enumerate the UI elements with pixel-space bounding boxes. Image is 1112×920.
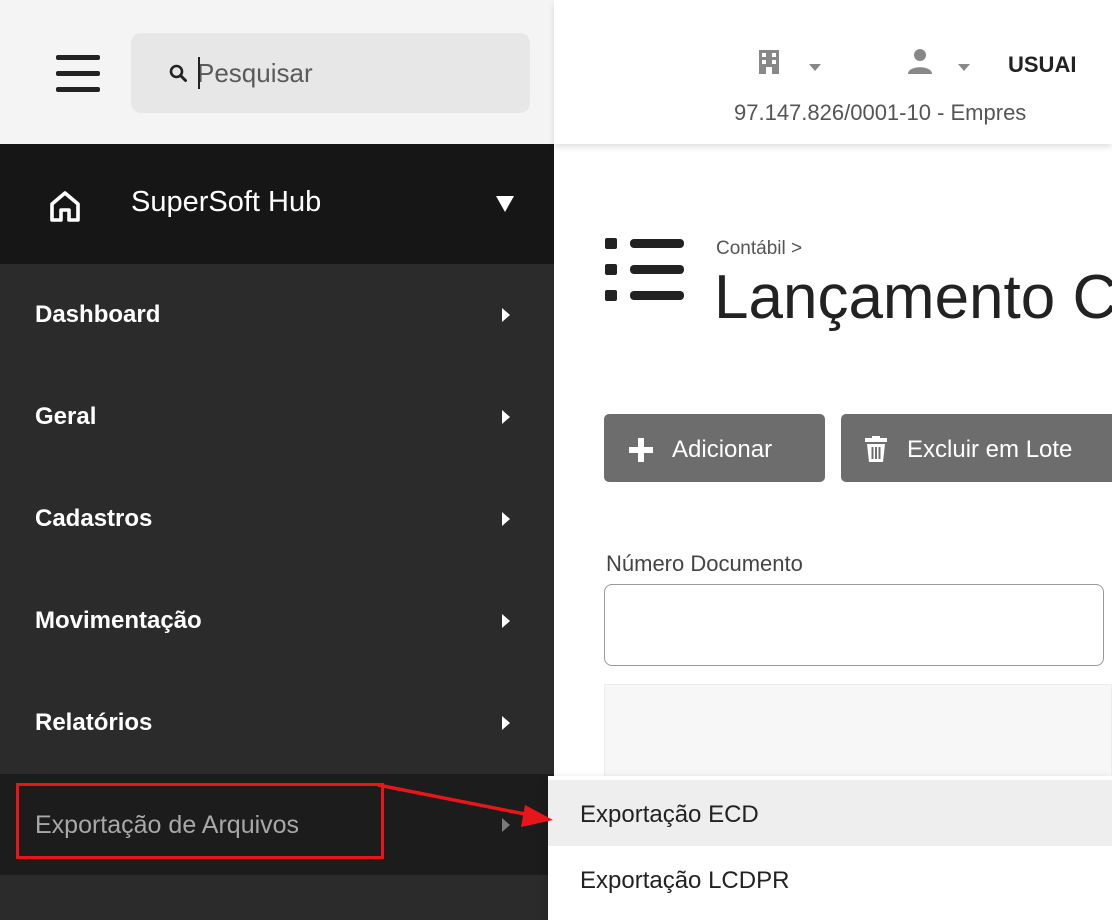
- list-icon: [605, 238, 684, 301]
- annotation-highlight-box: [16, 783, 384, 859]
- sidebar: SuperSoft Hub Dashboard Geral Cadastros …: [0, 0, 554, 920]
- submenu-item-exportacao-ecd[interactable]: Exportação ECD: [548, 780, 1112, 846]
- home-icon: [50, 191, 80, 222]
- chevron-down-icon: [496, 196, 514, 212]
- submenu-exportacao: Exportação ECD Exportação LCDPR: [548, 776, 1112, 920]
- sidebar-item-label: Dashboard: [35, 301, 161, 328]
- search-input[interactable]: [197, 53, 517, 93]
- sidebar-item-movimentacao[interactable]: Movimentação: [0, 570, 554, 671]
- document-number-field[interactable]: [604, 584, 1104, 666]
- chevron-right-icon: [502, 512, 510, 526]
- submenu-item-label: Exportação ECD: [580, 801, 759, 828]
- menu-icon[interactable]: [56, 55, 100, 95]
- sidebar-item-label: Movimentação: [35, 607, 202, 634]
- batch-delete-button-label: Excluir em Lote: [907, 436, 1073, 463]
- breadcrumb[interactable]: Contábil >: [716, 238, 802, 260]
- sidebar-item-label: Cadastros: [35, 505, 153, 532]
- sidebar-item-label: Relatórios: [35, 709, 153, 736]
- sidebar-item-dashboard[interactable]: Dashboard: [0, 264, 554, 365]
- sidebar-item-cadastros[interactable]: Cadastros: [0, 468, 554, 569]
- brand-label: SuperSoft Hub: [131, 186, 322, 218]
- brand-header[interactable]: SuperSoft Hub: [0, 144, 554, 264]
- plus-icon: [629, 438, 653, 462]
- sidebar-top-bar: [0, 0, 554, 144]
- search-icon: [169, 64, 187, 82]
- username[interactable]: USUAI: [1008, 52, 1076, 78]
- chevron-right-icon: [502, 614, 510, 628]
- batch-delete-button[interactable]: Excluir em Lote: [841, 414, 1112, 482]
- company-name: 97.147.826/0001-10 - Empres: [734, 100, 1027, 125]
- chevron-right-icon: [502, 818, 510, 832]
- submenu-item-exportacao-lcdpr[interactable]: Exportação LCDPR: [548, 846, 1112, 912]
- trash-icon: [865, 436, 887, 462]
- document-number-label: Número Documento: [606, 551, 803, 576]
- sidebar-item-geral[interactable]: Geral: [0, 366, 554, 467]
- add-button-label: Adicionar: [672, 436, 773, 463]
- top-header: USUAI 97.147.826/0001-10 - Empres: [554, 0, 1112, 144]
- page-title: Lançamento C: [714, 263, 1112, 332]
- search-box[interactable]: [131, 33, 530, 113]
- chevron-right-icon: [502, 716, 510, 730]
- user-icon[interactable]: [907, 48, 933, 74]
- sidebar-item-label: Geral: [35, 403, 97, 430]
- text-caret: [198, 57, 200, 89]
- app-window: SuperSoft Hub Dashboard Geral Cadastros …: [0, 0, 1112, 920]
- sidebar-item-relatorios[interactable]: Relatórios: [0, 672, 554, 773]
- chevron-down-icon[interactable]: [958, 64, 970, 71]
- chevron-down-icon[interactable]: [809, 64, 821, 71]
- building-icon[interactable]: [758, 50, 780, 74]
- add-button[interactable]: Adicionar: [604, 414, 825, 482]
- chevron-right-icon: [502, 410, 510, 424]
- submenu-item-label: Exportação LCDPR: [580, 867, 790, 894]
- chevron-right-icon: [502, 308, 510, 322]
